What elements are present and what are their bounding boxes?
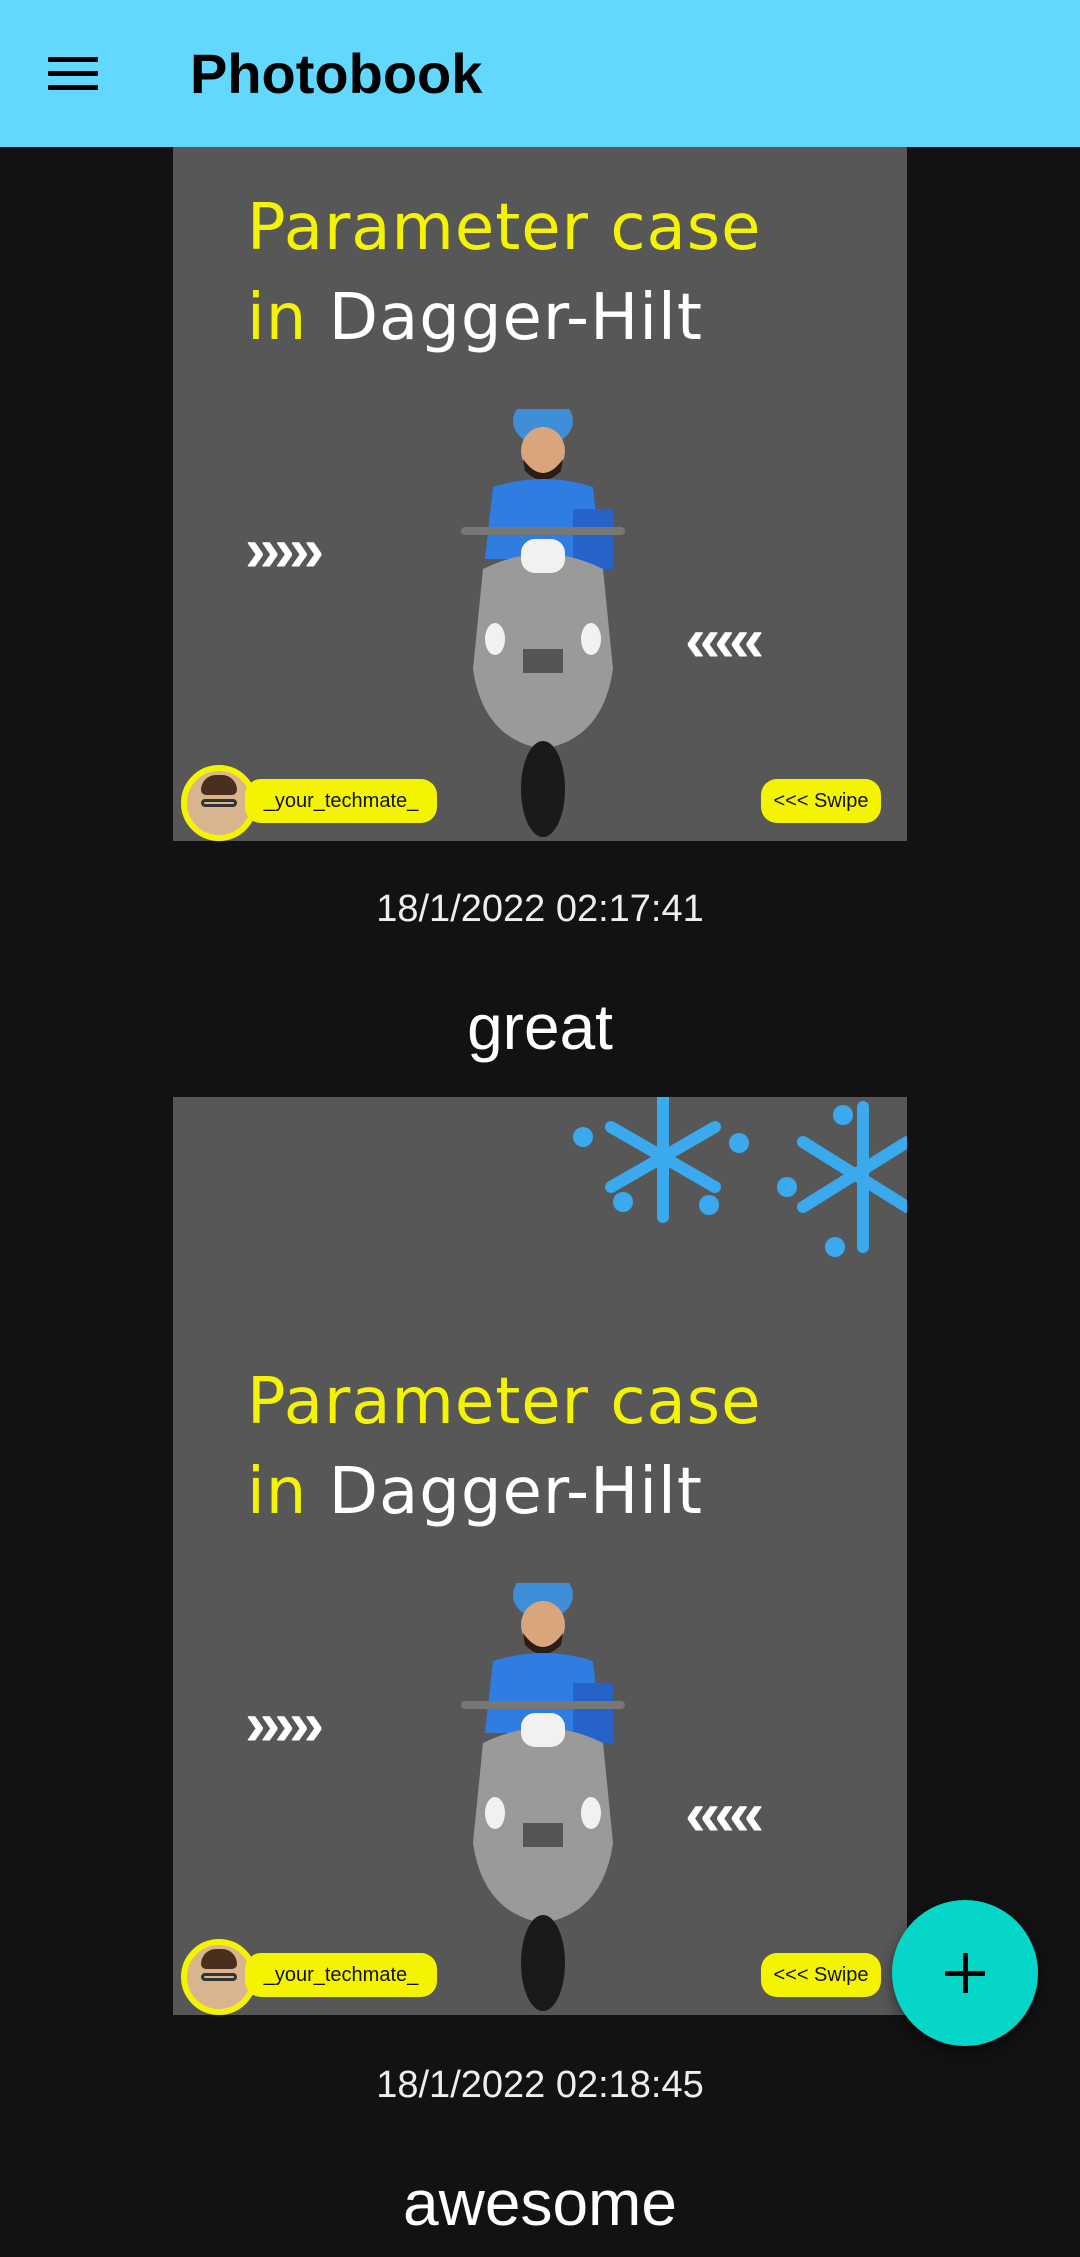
scooter-rider-illustration bbox=[461, 1583, 625, 2011]
handle-badge: _your_techmate_ bbox=[245, 779, 437, 823]
handle-badge: _your_techmate_ bbox=[245, 1953, 437, 1997]
app-bar: Photobook bbox=[0, 0, 1080, 147]
post-timestamp: 18/1/2022 02:18:45 bbox=[376, 2064, 704, 2106]
image-headline-line1: Parameter case bbox=[247, 1365, 762, 1439]
post-timestamp: 18/1/2022 02:17:41 bbox=[376, 888, 704, 930]
menu-button[interactable] bbox=[30, 38, 116, 110]
post-image[interactable]: Parameter case in Dagger-Hilt ››››› ‹‹‹‹… bbox=[173, 1097, 907, 2015]
add-photo-button[interactable] bbox=[892, 1900, 1038, 2046]
hamburger-menu-icon bbox=[48, 57, 98, 91]
swipe-badge: <<< Swipe bbox=[761, 779, 881, 823]
post-caption: awesome bbox=[403, 2167, 677, 2239]
post-caption: great bbox=[467, 991, 613, 1063]
snowflake-decoration bbox=[573, 1097, 907, 1257]
post-image[interactable]: Parameter case in Dagger-Hilt ››››› ‹‹‹‹… bbox=[173, 147, 907, 841]
image-headline-line1: Parameter case bbox=[247, 191, 762, 265]
arrows-left-graphic: ‹‹‹‹‹ bbox=[685, 606, 764, 675]
image-headline-line2: in Dagger-Hilt bbox=[247, 281, 703, 355]
arrows-left-graphic: ‹‹‹‹‹ bbox=[685, 1780, 764, 1849]
image-headline-line2: in Dagger-Hilt bbox=[247, 1455, 703, 1529]
scooter-rider-illustration bbox=[461, 409, 625, 837]
swipe-badge: <<< Swipe bbox=[761, 1953, 881, 1997]
arrows-right-graphic: ››››› bbox=[245, 1690, 324, 1759]
arrows-right-graphic: ››››› bbox=[245, 516, 324, 585]
app-title: Photobook bbox=[190, 42, 483, 105]
